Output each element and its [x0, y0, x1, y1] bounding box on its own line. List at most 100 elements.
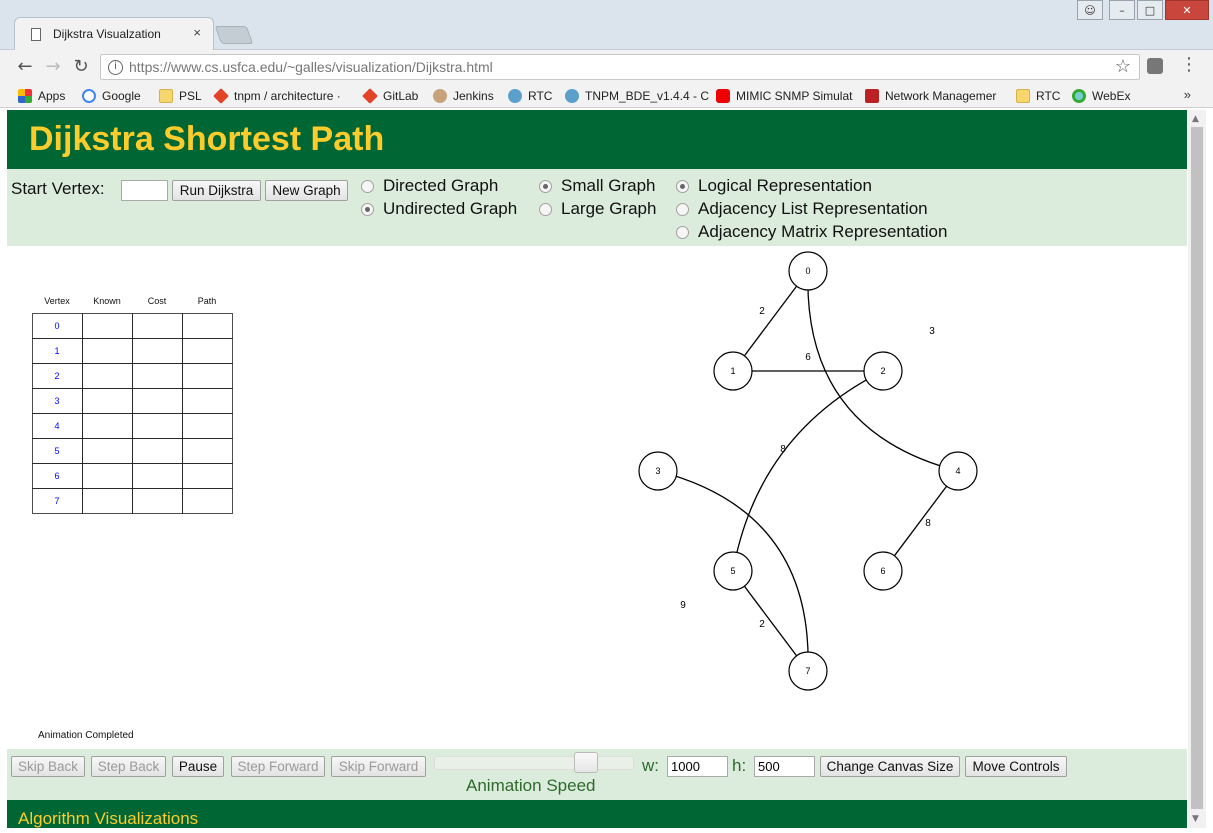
rtc-icon — [565, 89, 579, 103]
move-controls-button[interactable]: Move Controls — [965, 756, 1067, 777]
bookmark-tnpm[interactable]: tnpm / architecture · — [213, 88, 341, 104]
scrollbar-thumb[interactable] — [1191, 127, 1203, 809]
height-label: h: — [732, 756, 747, 775]
radio-button[interactable] — [539, 202, 552, 216]
forward-arrow-icon[interactable]: → — [42, 56, 64, 78]
scroll-down-icon[interactable]: ▼ — [1192, 814, 1199, 824]
bookmark-psl[interactable]: PSL — [159, 88, 202, 104]
table-cell — [182, 313, 233, 339]
bookmark-gitlab[interactable]: GitLab — [362, 88, 418, 104]
table-vertex-index: 6 — [54, 471, 59, 481]
maximize-button[interactable]: □ — [1137, 0, 1163, 20]
radio-button[interactable] — [676, 202, 689, 216]
skip-back-button[interactable]: Skip Back — [11, 756, 85, 777]
close-window-button[interactable]: ✕ — [1165, 0, 1209, 20]
window-controls: ☺ – □ ✕ — [1077, 0, 1209, 20]
radio-button[interactable] — [676, 179, 689, 193]
radio-button[interactable] — [539, 179, 552, 193]
radio-undirected-graph[interactable]: Undirected Graph — [361, 199, 517, 219]
radio-logical-representation[interactable]: Logical Representation — [676, 176, 872, 196]
kebab-menu-icon[interactable]: ⋮ — [1180, 54, 1198, 75]
radio-directed-graph[interactable]: Directed Graph — [361, 176, 498, 196]
minimize-button[interactable]: – — [1109, 0, 1135, 20]
gitlab-icon — [213, 88, 229, 104]
bookmark-label: RTC — [528, 89, 553, 103]
bookmarks-bar: Apps Google PSL tnpm / architecture · Gi… — [0, 84, 1213, 108]
bookmark-star-icon[interactable]: ☆ — [1115, 56, 1131, 77]
run-dijkstra-button[interactable]: Run Dijkstra — [172, 180, 261, 201]
url-host: https://www.cs.usfca.edu — [129, 59, 284, 75]
step-back-button[interactable]: Step Back — [91, 756, 166, 777]
table-cell — [132, 463, 183, 489]
table-cell — [132, 313, 183, 339]
bookmark-label: Apps — [38, 89, 66, 103]
gitlab-icon — [362, 88, 378, 104]
vertex-label: 0 — [805, 266, 810, 276]
bookmark-google[interactable]: Google — [82, 88, 141, 104]
rtc-icon — [508, 89, 522, 103]
user-icon[interactable]: ☺ — [1077, 0, 1103, 20]
visualization-canvas[interactable]: Vertex Known Cost Path 0 1 2 3 4 5 6 7 2 3 6 8 8 9 2 0 1 2 3… — [7, 246, 1187, 749]
skip-forward-button[interactable]: Skip Forward — [331, 756, 426, 777]
new-graph-button[interactable]: New Graph — [265, 180, 348, 201]
page-icon — [31, 28, 41, 41]
table-vertex-index: 4 — [54, 421, 59, 431]
pause-button[interactable]: Pause — [172, 756, 224, 777]
radio-small-graph[interactable]: Small Graph — [539, 176, 655, 196]
radio-large-graph[interactable]: Large Graph — [539, 199, 656, 219]
more-bookmarks-icon[interactable]: » — [1184, 87, 1191, 102]
dijkstra-table: Vertex Known Cost Path 0 1 2 3 4 5 6 7 — [32, 296, 233, 514]
page-header: Dijkstra Shortest Path — [7, 110, 1187, 169]
extension-icon[interactable] — [1147, 58, 1163, 74]
start-vertex-input[interactable] — [121, 180, 168, 201]
slider-thumb[interactable] — [573, 752, 598, 773]
table-cell — [82, 413, 133, 439]
address-bar[interactable]: i https://www.cs.usfca.edu/~galles/visua… — [100, 54, 1140, 80]
change-canvas-size-button[interactable]: Change Canvas Size — [820, 756, 960, 777]
table-cell — [132, 438, 183, 464]
info-icon[interactable]: i — [108, 60, 123, 75]
table-cell — [182, 488, 233, 514]
folder-icon — [159, 89, 173, 103]
vertex-label: 1 — [730, 366, 735, 376]
folder-icon — [1016, 89, 1030, 103]
table-cell — [182, 463, 233, 489]
radio-button[interactable] — [676, 225, 689, 239]
tab-close-icon[interactable]: × — [193, 25, 201, 40]
url-text: https://www.cs.usfca.edu/~galles/visuali… — [129, 59, 493, 75]
radio-button[interactable] — [361, 202, 374, 216]
radio-adjacency-list[interactable]: Adjacency List Representation — [676, 199, 928, 219]
canvas-height-input[interactable] — [754, 756, 815, 777]
bookmark-rtc[interactable]: RTC — [508, 88, 552, 104]
bookmark-jenkins[interactable]: Jenkins — [433, 88, 494, 104]
table-vertex-index: 3 — [54, 396, 59, 406]
radio-adjacency-matrix[interactable]: Adjacency Matrix Representation — [676, 222, 947, 242]
bookmark-webex[interactable]: WebEx — [1072, 88, 1130, 104]
bookmark-apps[interactable]: Apps — [18, 88, 65, 104]
bookmark-rtc-2[interactable]: RTC — [1016, 88, 1060, 104]
new-tab-button[interactable] — [214, 26, 254, 44]
radio-label: Directed Graph — [383, 176, 499, 195]
bookmark-label: Network Managemer — [885, 89, 997, 103]
bookmark-tnpm-bde[interactable]: TNPM_BDE_v1.4.4 - C — [565, 88, 709, 104]
step-forward-button[interactable]: Step Forward — [231, 756, 325, 777]
edge-weight-label: 8 — [925, 518, 931, 529]
radio-label: Adjacency Matrix Representation — [698, 222, 948, 241]
footer-link[interactable]: Algorithm Visualizations — [18, 809, 198, 828]
page-scrollbar[interactable]: ▲ ▼ — [1188, 110, 1206, 828]
animation-controls: Skip Back Step Back Pause Step Forward S… — [7, 749, 1187, 800]
reload-icon[interactable]: ↻ — [70, 56, 92, 78]
vertex-label: 2 — [880, 366, 885, 376]
animation-speed-slider[interactable] — [434, 756, 634, 770]
radio-button[interactable] — [361, 179, 374, 193]
browser-tab[interactable]: Dijkstra Visualzation × — [14, 17, 214, 51]
edge-weight-label: 2 — [759, 306, 765, 317]
scroll-up-icon[interactable]: ▲ — [1192, 114, 1199, 124]
url-path: /~galles/visualization/Dijkstra.html — [283, 59, 493, 75]
edge-weight-label: 2 — [759, 619, 765, 630]
table-vertex-index: 5 — [54, 446, 59, 456]
bookmark-mimic[interactable]: MIMIC SNMP Simulat — [716, 88, 852, 104]
back-arrow-icon[interactable]: ← — [14, 56, 36, 78]
canvas-width-input[interactable] — [667, 756, 728, 777]
bookmark-network[interactable]: Network Managemer — [865, 88, 996, 104]
